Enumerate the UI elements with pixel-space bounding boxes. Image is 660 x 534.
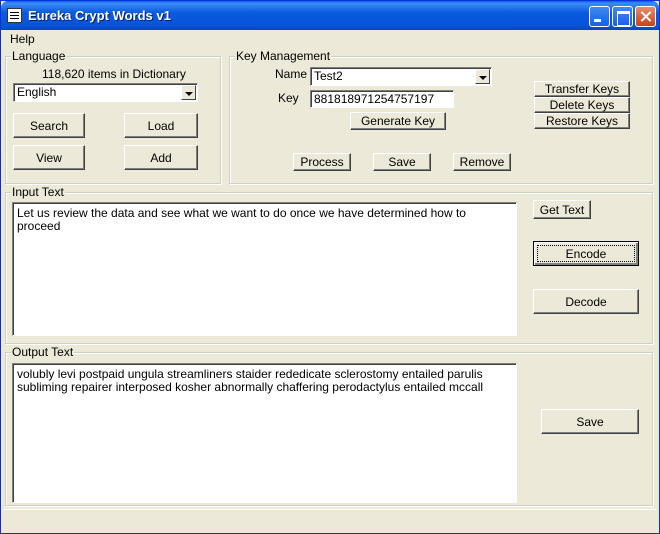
status-bar [4,509,656,531]
app-window: Eureka Crypt Words v1 Help Language 118,… [0,0,660,534]
delete-keys-button[interactable]: Delete Keys [534,97,630,113]
notepad-app-icon[interactable] [7,8,22,23]
remove-button[interactable]: Remove [453,153,511,171]
process-button[interactable]: Process [293,153,351,171]
key-name-select[interactable]: Test2 [310,67,492,86]
dictionary-count: 118,620 items in Dictionary [42,67,186,81]
key-input[interactable]: 881818971254757197 [310,90,454,108]
output-text-area[interactable]: volubly levi postpaid ungula streamliner… [12,363,517,503]
decode-button[interactable]: Decode [533,289,639,314]
generate-key-button[interactable]: Generate Key [350,112,446,130]
name-label: Name [275,67,308,81]
menu-help[interactable]: Help [10,32,35,46]
window-title: Eureka Crypt Words v1 [28,8,171,23]
restore-keys-button[interactable]: Restore Keys [534,113,630,129]
maximize-icon[interactable] [612,6,633,27]
input-text-area[interactable]: Let us review the data and see what we w… [12,202,517,336]
language-group: Language 118,620 items in Dictionary Eng… [5,49,221,184]
add-button[interactable]: Add [124,145,198,170]
language-selected-value: English [17,85,57,99]
get-text-button[interactable]: Get Text [533,200,591,219]
minimize-icon[interactable] [589,6,610,27]
input-text-legend: Input Text [11,185,65,199]
close-icon[interactable] [635,6,656,27]
output-save-button[interactable]: Save [541,409,639,434]
encode-button[interactable]: Encode [533,241,639,266]
transfer-keys-button[interactable]: Transfer Keys [534,81,630,97]
key-name-value: Test2 [314,69,343,83]
output-text-legend: Output Text [11,345,75,359]
output-text-group: Output Text volubly levi postpaid ungula… [5,345,653,506]
input-text-group: Input Text Let us review the data and se… [5,185,653,344]
key-label: Key [278,91,299,105]
key-save-button[interactable]: Save [373,153,431,171]
language-legend: Language [11,49,67,63]
chevron-down-icon[interactable] [475,69,490,84]
search-button[interactable]: Search [13,113,85,138]
language-select[interactable]: English [13,83,198,102]
load-button[interactable]: Load [124,113,198,138]
key-management-legend: Key Management [235,49,332,63]
chevron-down-icon[interactable] [181,85,196,100]
view-button[interactable]: View [13,145,85,170]
title-bar[interactable]: Eureka Crypt Words v1 [1,1,659,30]
key-management-group: Key Management Name Test2 Key 8818189712… [229,49,653,184]
menu-bar: Help [1,30,659,48]
